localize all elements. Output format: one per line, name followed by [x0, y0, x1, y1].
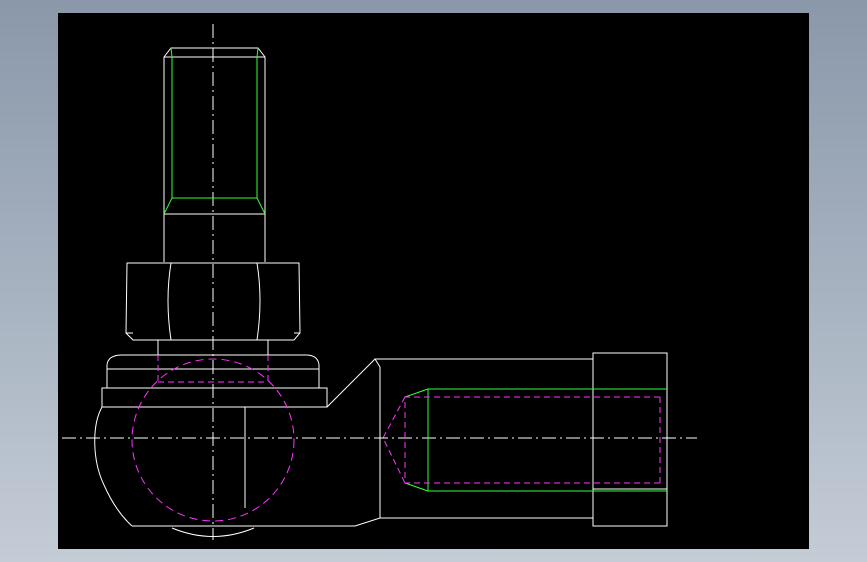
stud-thread-chamfer-left: [163, 197, 173, 215]
arm-hex-end: [592, 352, 668, 527]
stud-top-chamfer-right: [256, 47, 259, 58]
stud-thread-chamfer-right: [256, 197, 266, 215]
thread-outline: [427, 388, 667, 492]
housing-left-arc: [94, 406, 133, 527]
cad-viewport: [0, 0, 867, 562]
hidden-bore: [404, 396, 660, 484]
socket-housing: [94, 358, 593, 537]
arm-bottom: [354, 517, 593, 527]
washer: [101, 340, 328, 408]
thread-entry-bottom: [404, 482, 429, 492]
internal-thread: [382, 388, 667, 492]
stud-outline: [163, 47, 266, 262]
arm-hex-outline: [592, 352, 668, 527]
ball-joint-drawing: [62, 24, 697, 540]
washer-flange: [101, 387, 328, 408]
hex-nut-face-left: [167, 262, 172, 341]
hex-nut-face-right: [256, 262, 261, 341]
hidden-drill-point: [382, 396, 406, 484]
threaded-stud: [163, 47, 266, 262]
stud-top-chamfer-left: [170, 47, 173, 58]
thread-entry-top: [404, 388, 429, 398]
arm-top: [326, 358, 593, 408]
